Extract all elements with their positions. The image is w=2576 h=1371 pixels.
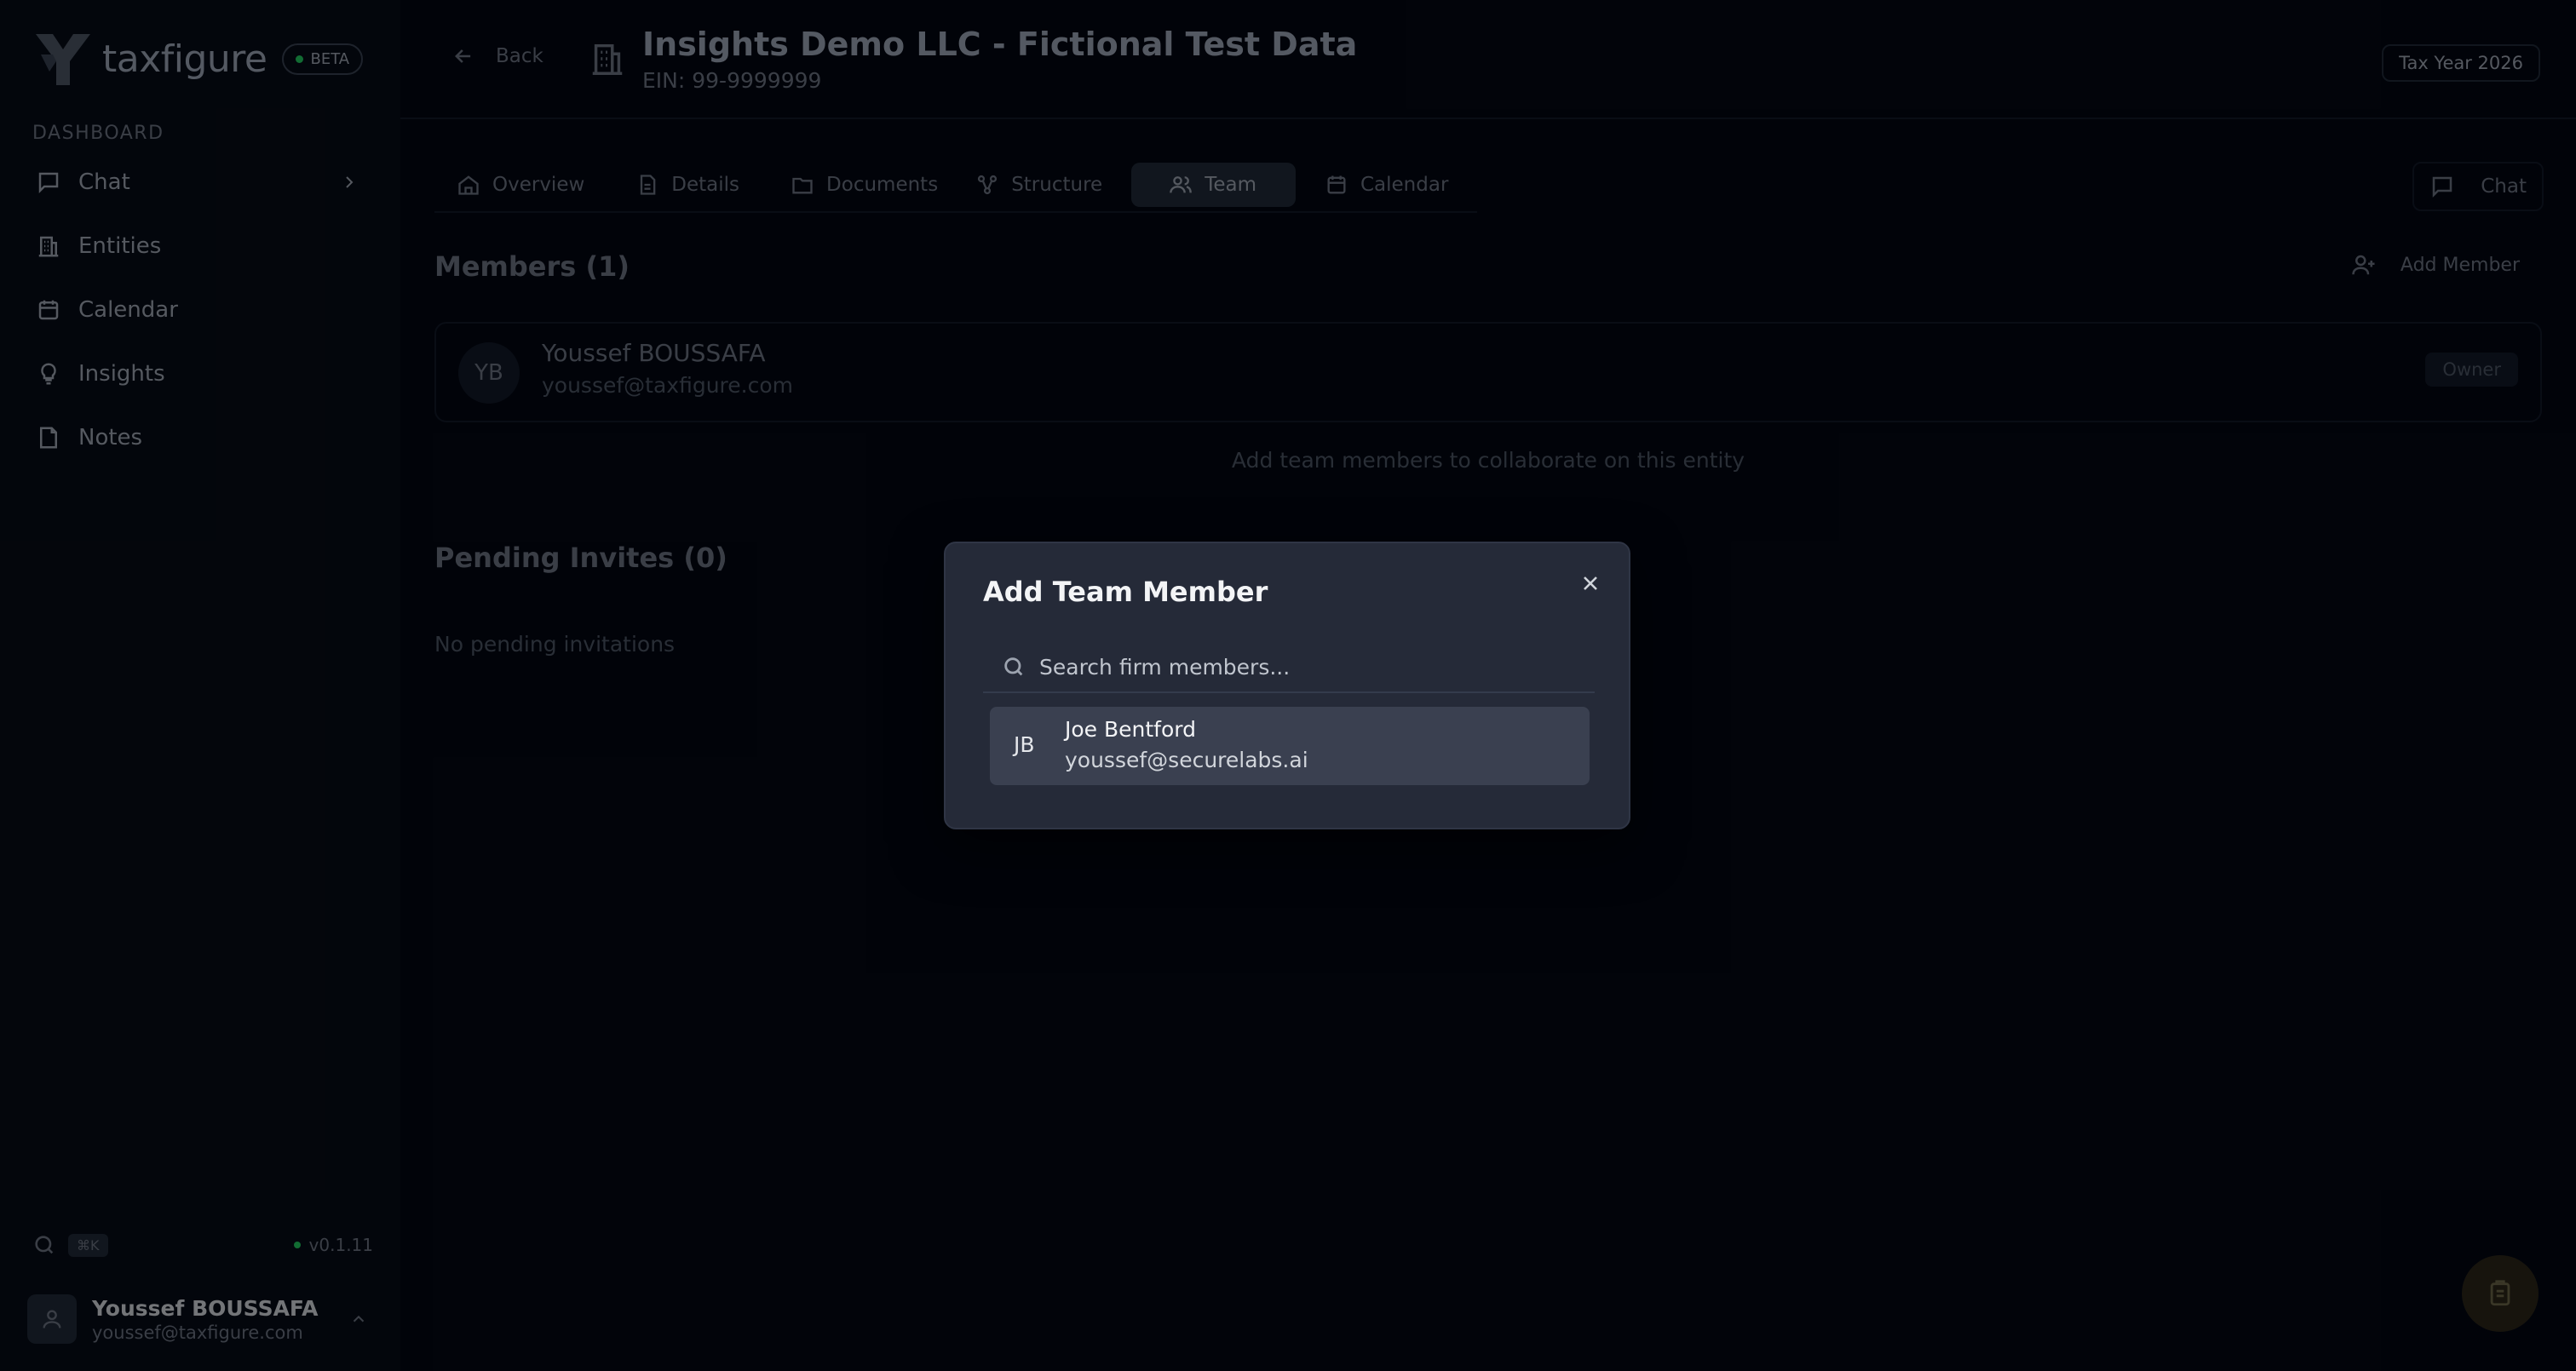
avatar: JB (1014, 732, 1035, 757)
result-name: Joe Bentford (1065, 717, 1196, 742)
result-email: youssef@securelabs.ai (1065, 748, 1308, 772)
search-input[interactable] (1039, 654, 1550, 680)
search-icon (1004, 657, 1023, 676)
list-item[interactable]: JB Joe Bentford youssef@securelabs.ai (990, 707, 1590, 785)
member-search (983, 642, 1595, 693)
app-root: taxfigure BETA DASHBOARD Chat Entities C… (0, 0, 2576, 1371)
close-button[interactable] (1576, 569, 1605, 598)
dialog-title: Add Team Member (983, 576, 1268, 608)
add-team-member-dialog: Add Team Member JB Joe Bentford youssef@… (944, 542, 1630, 829)
close-icon (1584, 577, 1597, 590)
